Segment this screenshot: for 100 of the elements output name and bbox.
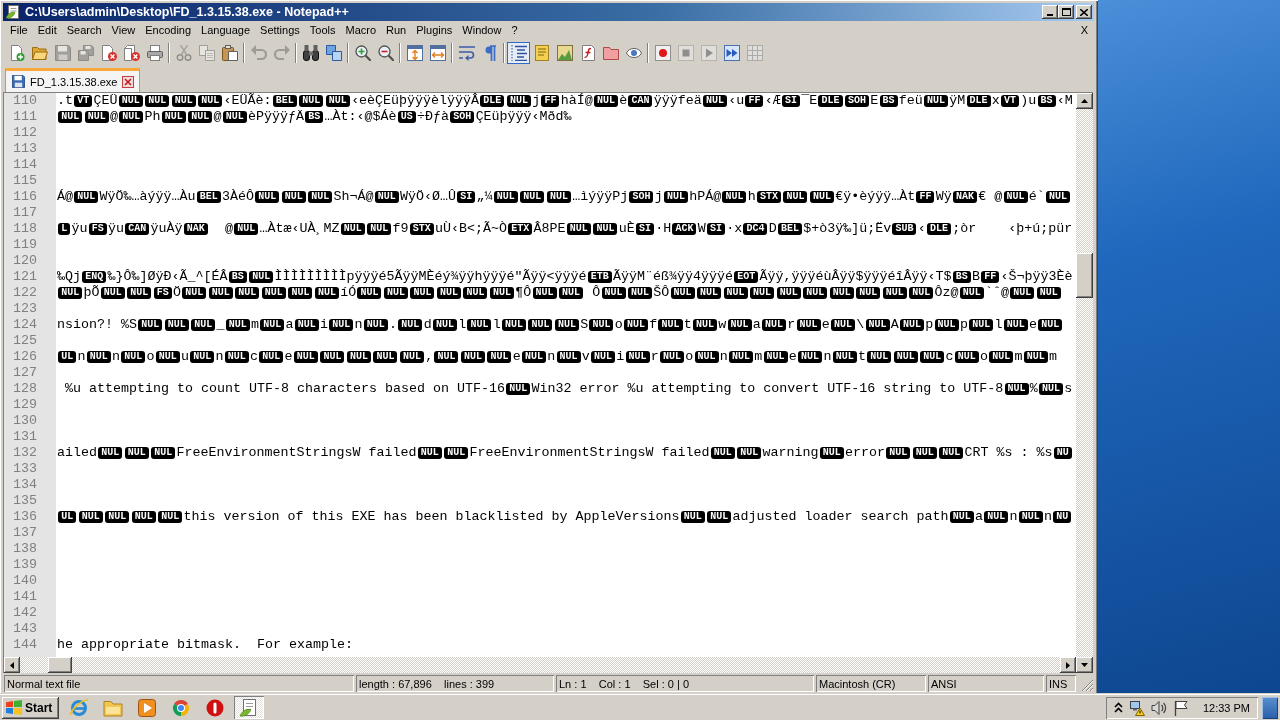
control-char: NUL [628,287,653,299]
code-text: þÕ [83,285,100,301]
control-char: NUL [989,351,1014,363]
scroll-up-button[interactable] [1076,93,1093,109]
control-char: NUL [520,191,545,203]
control-char: NUL [589,319,614,331]
toolbar-button[interactable] [507,41,530,64]
control-char: NUL [74,191,99,203]
landscape-picture-icon [556,44,573,61]
function-list-icon [579,44,596,61]
code-text: n [823,349,832,365]
control-char: NUL [1010,287,1035,299]
line-number: 113 [13,141,37,157]
code-text: ·x [726,221,743,237]
speaker-icon[interactable] [1150,699,1167,716]
control-char: NUL [434,351,459,363]
code-text: …ìýÿÿPj [572,189,629,205]
minimize-button[interactable] [1042,5,1058,19]
show-desktop-button[interactable] [1262,696,1278,719]
line-number: 112 [13,125,37,141]
menu-item[interactable]: Edit [32,22,62,39]
control-char: NUL [934,319,959,331]
taskbar-button[interactable] [234,696,264,719]
code-text: ‰Qj [57,269,81,285]
close-button[interactable] [1076,5,1092,19]
control-char: NUL [78,511,103,523]
close-document-button[interactable]: X [1074,22,1094,39]
scroll-down-button[interactable] [1076,657,1093,673]
line-number: 117 [13,205,37,221]
document-tab[interactable]: FD_1.3.15.38.exe [5,68,141,92]
control-char: NUL [939,447,964,459]
menu-item[interactable]: Language [196,22,256,39]
code-text: ÿuÀÿ [150,221,183,237]
code-text: WÿÖ‹Ø…Û [400,189,457,205]
line-number: 118 [13,221,37,237]
control-char: NUL [188,111,213,123]
menu-item[interactable]: File [5,22,33,39]
code-text: „¼ [476,189,493,205]
menu-item[interactable]: Plugins [411,22,458,39]
flag-icon[interactable] [1172,699,1189,716]
control-char: NUL [783,191,808,203]
control-char: BS [879,95,898,107]
control-char: NUL [984,511,1009,523]
maximize-button[interactable] [1058,5,1074,19]
menu-item[interactable]: ? [506,22,523,39]
code-text: o [146,349,155,365]
control-char: NUL [566,223,591,235]
scrollbar-thumb[interactable] [1076,253,1093,298]
control-char: NUL [819,447,844,459]
line-number: 127 [13,365,37,381]
code-text: ‹EÜÃè: [223,93,272,109]
code-text: nsion?! %S [57,317,137,333]
line-number: 135 [13,493,37,509]
control-char: NUL [98,447,123,459]
control-char: NUL [294,319,319,331]
control-char: STX [409,223,434,235]
code-text: n [112,349,121,365]
menu-item[interactable]: Search [61,22,107,39]
code-text: FreeEnvironmentStringsW failed [176,445,417,461]
code-text: n [215,349,224,365]
code-text: p [925,317,934,333]
menu-item[interactable]: View [106,22,141,39]
control-char: VT [1001,95,1020,107]
control-char: NUL [145,95,170,107]
menu-item[interactable]: Settings [255,22,305,39]
control-char: ETB [587,271,612,283]
close-all-icon [123,44,140,61]
double-chevron-icon[interactable] [1113,702,1123,713]
control-char: NUL [763,351,788,363]
menu-item[interactable]: Macro [340,22,382,39]
control-char: NUL [506,95,531,107]
resize-grip-icon[interactable] [1082,680,1093,691]
control-char: NUL [1039,383,1064,395]
menu-item[interactable]: Encoding [140,22,197,39]
code-text: ÃÿÿM¨éß¾ÿÿ4ÿÿÿé [613,269,733,285]
menu-item[interactable]: Run [381,22,412,39]
control-char: BS [228,271,247,283]
control-char: NUL [694,351,719,363]
control-char: NUL [198,95,223,107]
menu-item[interactable]: Window [457,22,507,39]
start-button[interactable]: Start [2,696,59,719]
control-char: NUL [554,319,579,331]
code-text: $+ò3ÿ‰]ü;Ëv [803,221,892,237]
line-number: 132 [13,445,37,461]
scroll-left-button[interactable] [4,657,20,673]
control-char: NUL [460,351,485,363]
code-text: ‰}Ô‰]ØÿÐ‹Ã_^[ÉÂ [107,269,228,285]
code-text: e [821,317,830,333]
control-char: NUL [803,287,828,299]
control-char: NUL [729,351,754,363]
code-text: , [425,349,434,365]
scroll-right-button[interactable] [1060,657,1076,673]
control-char: NUL [796,319,821,331]
scrollbar-thumb[interactable] [48,657,72,673]
close-icon[interactable] [122,75,135,88]
menu-item[interactable]: Tools [304,22,341,39]
network-warning-icon[interactable] [1128,699,1145,716]
code-text: feü [898,93,923,109]
control-char: NUL [119,111,144,123]
control-char: NUL [281,191,306,203]
